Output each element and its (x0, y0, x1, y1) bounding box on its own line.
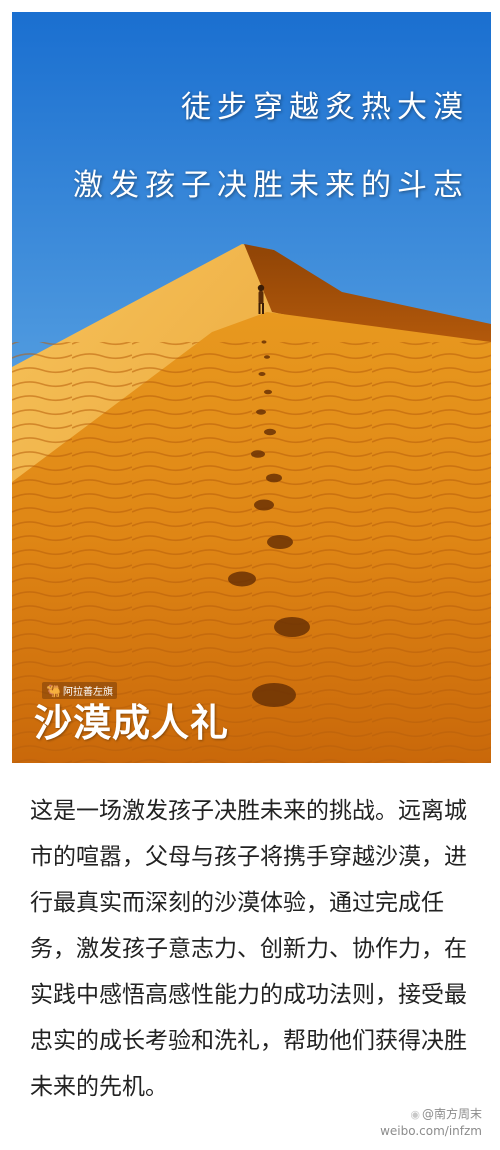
watermark-url: weibo.com/infzm (380, 1124, 482, 1138)
brand-subtitle: 🐫 阿拉善左旗 (42, 682, 117, 699)
weibo-watermark: ◉ @南方周末 weibo.com/infzm (380, 1106, 482, 1139)
camel-icon: 🐫 (46, 684, 61, 698)
brand-title: 沙漠成人礼 (34, 701, 230, 745)
weibo-icon: ◉ (410, 1108, 420, 1121)
brand-logo: 🐫 阿拉善左旗 沙漠成人礼 (34, 680, 229, 745)
article-body: 这是一场激发孩子决胜未来的挑战。远离城市的喧嚣，父母与孩子将携手穿越沙漠，进行最… (30, 798, 467, 1100)
headline-line-2: 激发孩子决胜未来的斗志 (73, 168, 469, 203)
headline-line-1: 徒步穿越炙热大漠 (181, 90, 469, 125)
hero-photo: 徒步穿越炙热大漠 激发孩子决胜未来的斗志 🐫 阿拉善左旗 沙漠成人礼 (12, 12, 491, 763)
watermark-name: @南方周末 (421, 1107, 482, 1121)
